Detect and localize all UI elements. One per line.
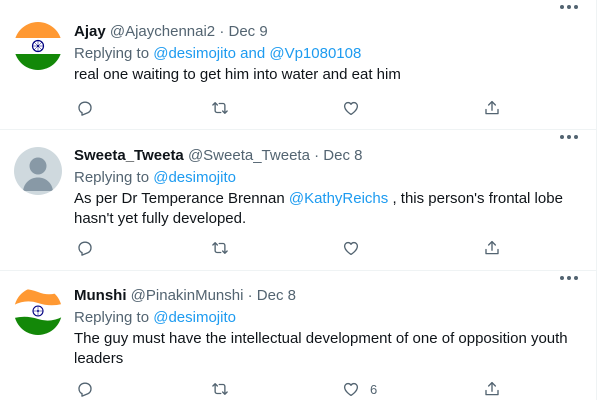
tweet-date[interactable]: Dec 8 [323, 147, 362, 164]
tweet-text: As per Dr Temperance Brennan @KathyReich… [74, 189, 584, 229]
tweet-header: Munshi @PinakinMunshi · Dec 8 [74, 286, 584, 306]
tweet-actions [74, 238, 504, 258]
share-icon [485, 100, 499, 115]
tweet-text-line: hasn't yet fully developed. [74, 210, 247, 227]
more-options-icon[interactable] [560, 276, 578, 282]
more-options-icon[interactable] [560, 5, 578, 11]
like-button[interactable]: 6 [342, 379, 377, 399]
replying-to-label: Replying to [74, 169, 150, 186]
replying-to-line: Replying to @desimojito [74, 167, 584, 188]
retweet-icon [212, 242, 228, 254]
tweet-body: Sweeta_Tweeta @Sweeta_Tweeta · Dec 8 Rep… [74, 146, 584, 229]
tweet[interactable]: Munshi @PinakinMunshi · Dec 8 Replying t… [0, 271, 596, 400]
retweet-button[interactable] [211, 238, 229, 258]
tweet-text-segment: , this person's frontal lobe [388, 190, 563, 207]
heart-icon [343, 241, 359, 256]
separator-dot: · [314, 147, 320, 164]
waving-india-flag-icon [14, 287, 62, 335]
inline-mention[interactable]: @KathyReichs [289, 190, 388, 207]
tweet-text: The guy must have the intellectual devel… [74, 329, 584, 369]
tweet-body: Munshi @PinakinMunshi · Dec 8 Replying t… [74, 286, 584, 369]
retweet-icon [212, 102, 228, 114]
tweet[interactable]: Sweeta_Tweeta @Sweeta_Tweeta · Dec 8 Rep… [0, 130, 596, 271]
default-profile-icon [14, 147, 62, 195]
retweet-button[interactable] [211, 379, 229, 399]
tweet-header: Sweeta_Tweeta @Sweeta_Tweeta · Dec 8 [74, 146, 584, 166]
tweet-actions: 6 [74, 379, 504, 399]
tweet-text-line: leaders [74, 350, 124, 367]
reply-button[interactable] [76, 98, 94, 118]
avatar[interactable] [14, 287, 62, 335]
tweet-text-line: The guy must have the intellectual devel… [74, 330, 568, 347]
display-name[interactable]: Ajay [74, 23, 106, 40]
user-handle[interactable]: @PinakinMunshi [131, 287, 244, 304]
share-button[interactable] [483, 238, 501, 258]
like-button[interactable] [342, 98, 360, 118]
tweet-text-line: real one waiting to get him into water a… [74, 66, 401, 83]
tweet-text-segment: As per Dr Temperance Brennan [74, 190, 289, 207]
separator-dot: · [247, 287, 253, 304]
tweet-date[interactable]: Dec 8 [257, 287, 296, 304]
more-options-icon[interactable] [560, 135, 578, 141]
heart-icon [343, 382, 359, 397]
like-button[interactable] [342, 238, 360, 258]
separator-dot: · [219, 23, 225, 40]
reply-feed: Ajay @Ajaychennai2 · Dec 9 Replying to @… [0, 0, 597, 400]
reply-icon [78, 241, 92, 256]
india-flag-icon [14, 22, 62, 70]
replying-to-mentions[interactable]: @desimojito [153, 169, 236, 186]
retweet-button[interactable] [211, 98, 229, 118]
retweet-icon [212, 383, 228, 395]
user-handle[interactable]: @Sweeta_Tweeta [188, 147, 310, 164]
replying-to-label: Replying to [74, 45, 150, 62]
share-icon [485, 381, 499, 396]
column-border [596, 0, 597, 400]
share-button[interactable] [483, 379, 501, 399]
avatar[interactable] [14, 147, 62, 195]
reply-button[interactable] [76, 379, 94, 399]
tweet-body: Ajay @Ajaychennai2 · Dec 9 Replying to @… [74, 22, 584, 85]
display-name[interactable]: Munshi [74, 287, 127, 304]
tweet-header: Ajay @Ajaychennai2 · Dec 9 [74, 22, 584, 42]
reply-icon [78, 382, 92, 397]
reply-icon [78, 101, 92, 116]
tweet-date[interactable]: Dec 9 [229, 23, 268, 40]
reply-button[interactable] [76, 238, 94, 258]
like-count: 6 [370, 381, 378, 397]
avatar[interactable] [14, 22, 62, 70]
tweet[interactable]: Ajay @Ajaychennai2 · Dec 9 Replying to @… [0, 0, 596, 130]
replying-to-mentions[interactable]: @desimojito and @Vp1080108 [153, 45, 361, 62]
share-button[interactable] [483, 98, 501, 118]
display-name[interactable]: Sweeta_Tweeta [74, 147, 184, 164]
replying-to-mentions[interactable]: @desimojito [153, 309, 236, 326]
replying-to-label: Replying to [74, 309, 150, 326]
share-icon [485, 240, 499, 255]
tweet-text: real one waiting to get him into water a… [74, 65, 584, 85]
heart-icon [343, 101, 359, 116]
replying-to-line: Replying to @desimojito and @Vp1080108 [74, 43, 584, 64]
replying-to-line: Replying to @desimojito [74, 307, 584, 328]
user-handle[interactable]: @Ajaychennai2 [110, 23, 215, 40]
tweet-actions [74, 98, 504, 118]
